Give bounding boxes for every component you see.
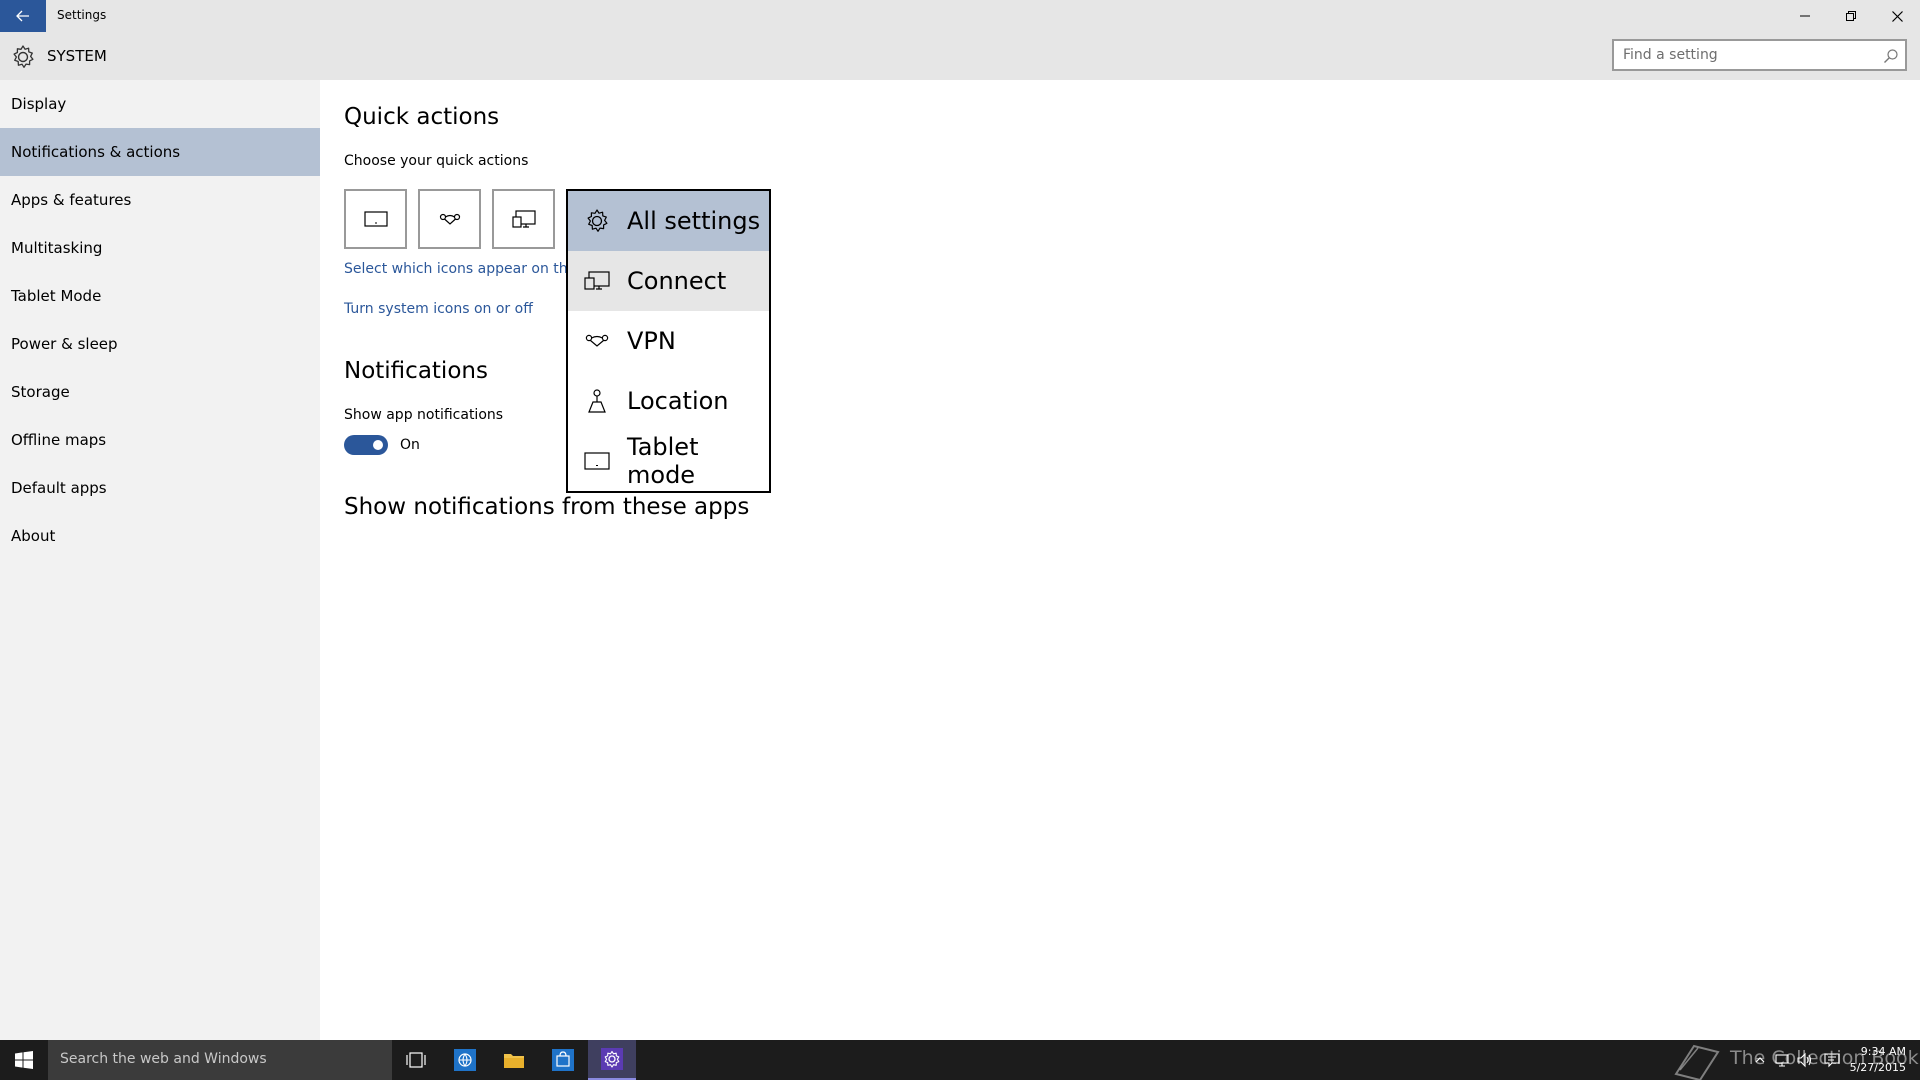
clock-date: 5/27/2015 <box>1849 1061 1906 1074</box>
action-center-icon[interactable] <box>1824 1052 1840 1068</box>
sidebar-item-offline-maps[interactable]: Offline maps <box>0 416 320 464</box>
restore-icon <box>1846 11 1856 21</box>
quick-action-tile-vpn[interactable] <box>418 189 481 249</box>
vpn-icon <box>584 328 610 354</box>
gear-icon <box>13 45 34 68</box>
flyout-item-label: VPN <box>627 327 676 355</box>
close-button[interactable] <box>1874 0 1920 32</box>
windows-logo-icon <box>15 1051 33 1069</box>
flyout-item-tablet-mode[interactable]: Tablet mode <box>568 431 769 491</box>
page-header: SYSTEM <box>0 32 1920 80</box>
taskbar: Search the web and Windows The Collectio… <box>0 1040 1920 1080</box>
sidebar-item-about[interactable]: About <box>0 512 320 560</box>
flyout-item-connect[interactable]: Connect <box>568 251 769 311</box>
quick-actions-subtitle: Choose your quick actions <box>344 153 529 169</box>
vpn-icon <box>439 213 460 225</box>
flyout-item-label: All settings <box>627 207 761 235</box>
search-icon[interactable] <box>1883 48 1899 64</box>
globe-icon <box>454 1049 476 1071</box>
sidebar: Display Notifications & actions Apps & f… <box>0 80 320 1040</box>
sidebar-item-power-sleep[interactable]: Power & sleep <box>0 320 320 368</box>
taskbar-clock[interactable]: 9:34 AM 5/27/2015 <box>1850 1044 1906 1076</box>
clock-time: 9:34 AM <box>1860 1045 1906 1058</box>
sidebar-item-default-apps[interactable]: Default apps <box>0 464 320 512</box>
sidebar-item-apps-features[interactable]: Apps & features <box>0 176 320 224</box>
sidebar-item-display[interactable]: Display <box>0 80 320 128</box>
quick-actions-heading: Quick actions <box>344 104 500 130</box>
volume-icon[interactable] <box>1796 1052 1812 1068</box>
quick-action-tile-connect[interactable] <box>492 189 555 249</box>
minimize-button[interactable] <box>1782 0 1828 32</box>
title-bar: Settings <box>0 0 1920 32</box>
taskbar-search-placeholder: Search the web and Windows <box>60 1051 267 1067</box>
sidebar-item-storage[interactable]: Storage <box>0 368 320 416</box>
toggle-knob <box>373 440 383 450</box>
task-view-icon <box>406 1052 426 1068</box>
back-arrow-icon <box>16 10 29 22</box>
store-icon <box>552 1049 574 1071</box>
taskbar-store[interactable] <box>539 1040 587 1080</box>
notifications-heading: Notifications <box>344 358 488 384</box>
system-icons-link[interactable]: Turn system icons on or off <box>344 301 533 317</box>
apps-notifications-heading: Show notifications from these apps <box>344 494 750 520</box>
flyout-item-label: Connect <box>627 267 727 295</box>
sidebar-item-multitasking[interactable]: Multitasking <box>0 224 320 272</box>
notifications-toggle[interactable] <box>344 435 388 455</box>
folder-icon <box>504 1054 524 1068</box>
connect-icon <box>584 268 610 294</box>
select-icons-link[interactable]: Select which icons appear on the <box>344 261 576 277</box>
tablet-icon <box>584 448 610 474</box>
flyout-item-all-settings[interactable]: All settings <box>568 191 769 251</box>
taskbar-settings[interactable] <box>588 1040 636 1080</box>
search-input[interactable] <box>1614 41 1864 69</box>
search-box[interactable] <box>1612 39 1907 71</box>
show-app-notifications-label: Show app notifications <box>344 407 504 423</box>
flyout-item-location[interactable]: Location <box>568 371 769 431</box>
quick-action-flyout-menu: All settings Connect VPN Location Tablet… <box>566 189 771 493</box>
tablet-icon <box>363 211 388 227</box>
flyout-item-label: Location <box>627 387 729 415</box>
connect-icon <box>511 210 536 228</box>
sidebar-item-notifications-actions[interactable]: Notifications & actions <box>0 128 320 176</box>
page-title: SYSTEM <box>47 47 107 65</box>
gear-icon <box>584 208 610 234</box>
close-icon <box>1891 10 1903 22</box>
taskbar-file-explorer[interactable] <box>490 1040 538 1080</box>
taskbar-browser[interactable] <box>441 1040 489 1080</box>
taskbar-search-box[interactable]: Search the web and Windows <box>48 1040 392 1080</box>
window-title: Settings <box>57 8 107 22</box>
sidebar-item-tablet-mode[interactable]: Tablet Mode <box>0 272 320 320</box>
chevron-up-icon[interactable] <box>1752 1052 1768 1068</box>
book-watermark-icon <box>1674 1044 1720 1080</box>
network-icon[interactable] <box>1774 1052 1790 1068</box>
gear-icon <box>601 1048 623 1070</box>
start-button[interactable] <box>0 1040 48 1080</box>
restore-button[interactable] <box>1828 0 1874 32</box>
back-button[interactable] <box>0 0 46 32</box>
flyout-item-label: Tablet mode <box>627 433 699 489</box>
location-icon <box>584 388 610 414</box>
task-view-button[interactable] <box>392 1040 440 1080</box>
minimize-icon <box>1800 15 1810 17</box>
quick-action-tile-tablet[interactable] <box>344 189 407 249</box>
toggle-state-label: On <box>400 437 420 453</box>
flyout-item-vpn[interactable]: VPN <box>568 311 769 371</box>
